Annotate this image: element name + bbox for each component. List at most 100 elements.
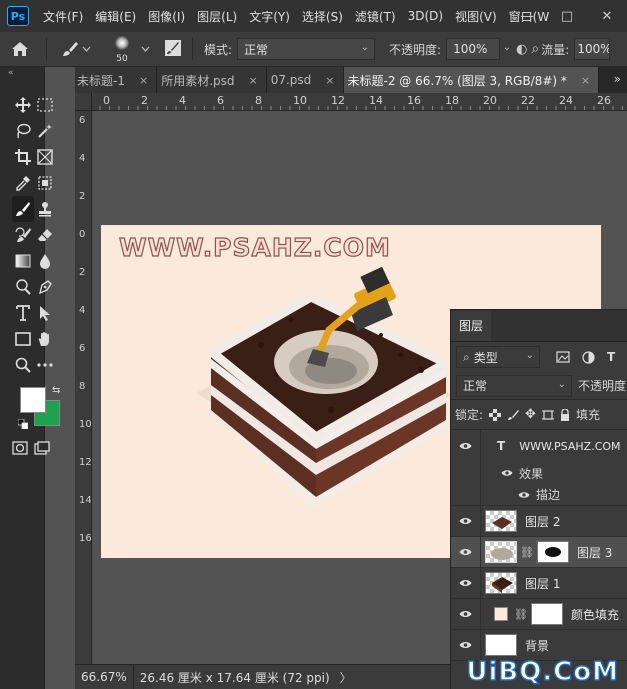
hand-tool[interactable] [34, 326, 56, 352]
layer-filter-select[interactable]: ⌕ 类型 ⌄ [456, 346, 540, 368]
frame-tool[interactable] [34, 144, 56, 170]
gradient-tool[interactable] [12, 248, 34, 274]
lock-position-icon[interactable]: ✥ [525, 407, 536, 422]
stroke-effect-row[interactable]: 描边 [451, 483, 627, 506]
lock-artboard-icon[interactable] [541, 409, 554, 421]
more-tools-button[interactable] [34, 352, 56, 378]
color-fill-swatch [494, 607, 508, 621]
menu-select[interactable]: 选择(S) [296, 8, 349, 25]
clone-stamp-tool[interactable] [34, 196, 56, 222]
zoom-level[interactable]: 66.67% [75, 665, 134, 689]
swap-colors-icon[interactable]: ⇆ [52, 385, 60, 396]
type-filter-icon[interactable]: T [607, 350, 615, 364]
pen-tool[interactable] [34, 274, 56, 300]
tab-layers[interactable]: 图层 [451, 311, 492, 341]
pressure-opacity-icon[interactable]: ◐ [516, 42, 527, 57]
status-menu-icon[interactable]: 〉 [340, 669, 352, 686]
close-icon[interactable]: × [139, 74, 148, 87]
layer-row-text[interactable]: T WWW.PSAHZ.COM [451, 430, 627, 462]
tab-untitled-2[interactable]: 未标题-2 @ 66.7% (图层 3, RGB/8#) * × [343, 67, 600, 93]
menu-edit[interactable]: 编辑(E) [89, 8, 142, 25]
menu-3d[interactable]: 3D(D) [402, 9, 449, 23]
layer-effects-row[interactable]: 效果 [451, 462, 627, 484]
visibility-toggle[interactable] [451, 599, 481, 629]
ruler-label: 8 [255, 94, 262, 107]
mask-link-icon[interactable]: ⛓ [520, 546, 534, 559]
default-colors-icon[interactable] [18, 419, 28, 429]
tab-materials-psd[interactable]: 所用素材.psd × [157, 67, 267, 93]
quick-mask-icon[interactable] [12, 441, 28, 455]
tab-07-psd[interactable]: 07.psd × [266, 67, 344, 93]
more-tabs-button[interactable]: » [614, 72, 621, 86]
eyedropper-tool[interactable] [12, 170, 34, 196]
lasso-tool[interactable] [12, 118, 34, 144]
eye-icon[interactable] [518, 491, 530, 499]
ruler-label: 14 [369, 94, 383, 107]
visibility-toggle[interactable] [451, 430, 481, 462]
tab-untitled-1[interactable]: 未标题-1 × [75, 67, 158, 93]
eraser-tool[interactable] [34, 222, 56, 248]
brush-tool-preset[interactable] [61, 40, 91, 58]
crop-tool[interactable] [12, 144, 34, 170]
layer-mask-thumbnail[interactable] [536, 541, 569, 563]
move-tool[interactable] [12, 92, 34, 118]
layer-row[interactable]: 图层 1 [451, 568, 627, 599]
zoom-tool[interactable] [12, 352, 34, 378]
layer-row[interactable]: ⛓ 图层 3 [451, 537, 627, 568]
close-icon[interactable]: × [249, 74, 258, 87]
menu-type[interactable]: 文字(Y) [243, 8, 296, 25]
menu-filter[interactable]: 滤镜(T) [349, 8, 402, 25]
chevron-down-icon[interactable] [141, 46, 150, 52]
brush-settings-button[interactable] [164, 39, 182, 60]
lock-transparent-pixels-icon[interactable] [489, 408, 502, 421]
search-icon[interactable]: ⌕ [531, 41, 539, 57]
lock-all-icon[interactable] [560, 408, 570, 421]
dodge-tool[interactable] [12, 274, 34, 300]
brush-preset-picker[interactable]: 50 [105, 34, 139, 64]
path-selection-tool[interactable] [34, 300, 56, 326]
layer-mask-thumbnail[interactable] [530, 603, 563, 625]
close-icon[interactable]: × [325, 74, 334, 87]
home-button[interactable] [0, 41, 40, 57]
visibility-toggle[interactable] [451, 630, 481, 660]
rectangle-tool[interactable] [12, 326, 34, 352]
menu-file[interactable]: 文件(F) [37, 8, 89, 25]
brush-tool[interactable] [12, 196, 34, 222]
mode-select[interactable]: 正常 ⌄ [237, 38, 376, 60]
blend-mode-select[interactable]: 正常 ⌄ [456, 374, 572, 397]
visibility-toggle[interactable] [451, 537, 481, 567]
foreground-color-swatch[interactable] [20, 387, 46, 413]
layer-row[interactable]: ⛓ 颜色填充 [451, 599, 627, 630]
magic-wand-tool[interactable] [34, 118, 56, 144]
tab-label: 未标题-1 [77, 73, 125, 88]
marquee-tool[interactable] [34, 92, 56, 118]
horizontal-ruler[interactable]: 0 2 4 6 8 10 12 14 16 18 20 22 24 26 [92, 93, 627, 111]
layers-panel: 图层 ⌕ 类型 ⌄ T 正常 ⌄ 不透明度 锁定: ✥ 填充 T WWW.PSA… [450, 309, 627, 689]
menu-image[interactable]: 图像(I) [142, 8, 191, 25]
visibility-toggle[interactable] [451, 506, 481, 536]
layer-row[interactable]: 图层 2 [451, 506, 627, 537]
lock-image-pixels-icon[interactable] [507, 409, 520, 421]
visibility-toggle[interactable] [451, 568, 481, 598]
close-icon[interactable]: × [581, 74, 590, 87]
object-selection-tool[interactable] [34, 170, 56, 196]
vertical-ruler[interactable]: 6 4 2 0 2 4 6 8 10 12 14 16 [75, 111, 92, 664]
toolbox-collapse-button[interactable]: « [0, 67, 44, 79]
minimize-button[interactable]: — [507, 9, 547, 24]
mask-link-icon[interactable]: ⛓ [514, 608, 528, 621]
window-controls: — □ ✕ [507, 0, 627, 32]
adjustment-filter-icon[interactable] [582, 350, 595, 364]
blur-tool[interactable] [34, 248, 56, 274]
eye-icon[interactable] [501, 469, 513, 477]
menu-layer[interactable]: 图层(L) [191, 8, 243, 25]
type-tool[interactable] [12, 300, 34, 326]
image-filter-icon[interactable] [556, 351, 570, 363]
ruler-corner[interactable] [75, 93, 92, 111]
menu-view[interactable]: 视图(V) [449, 8, 503, 25]
close-button[interactable]: ✕ [587, 9, 627, 24]
flow-field[interactable]: 100% [574, 38, 611, 60]
history-brush-tool[interactable] [12, 222, 34, 248]
maximize-button[interactable]: □ [547, 9, 587, 24]
screen-mode-icon[interactable] [34, 441, 50, 455]
opacity-field[interactable]: 100% ⌄ [446, 38, 511, 60]
